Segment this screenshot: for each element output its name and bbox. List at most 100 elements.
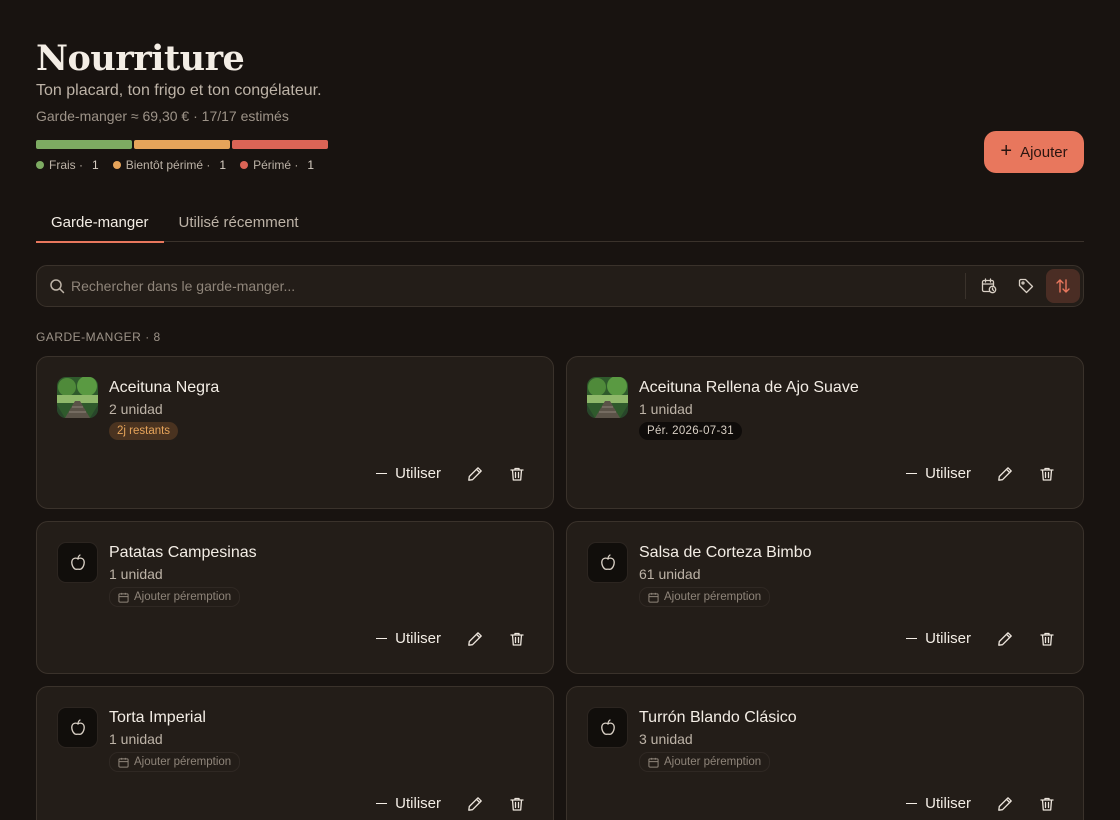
add-expiry-label: Ajouter péremption bbox=[664, 591, 762, 603]
pencil-icon[interactable] bbox=[467, 631, 483, 647]
item-actions: Utiliser bbox=[906, 630, 1055, 647]
use-button-label: Utiliser bbox=[395, 795, 441, 812]
add-button[interactable]: + Ajouter bbox=[984, 131, 1084, 173]
item-name: Patatas Campesinas bbox=[109, 544, 257, 561]
freshness-bar bbox=[36, 140, 328, 149]
minus-icon bbox=[376, 802, 388, 805]
apple-icon bbox=[70, 553, 85, 570]
item-thumbnail bbox=[587, 542, 628, 583]
item-thumbnail bbox=[587, 377, 628, 418]
pencil-icon[interactable] bbox=[467, 466, 483, 482]
item-quantity: 1 unidad bbox=[639, 401, 693, 417]
minus-icon bbox=[906, 802, 918, 805]
apple-icon bbox=[600, 718, 615, 735]
trash-icon[interactable] bbox=[1039, 466, 1055, 482]
freshness-bar-fresh bbox=[36, 140, 132, 149]
item-thumbnail bbox=[587, 707, 628, 748]
expired-dot-icon bbox=[240, 161, 249, 169]
add-expiry-label: Ajouter péremption bbox=[134, 591, 232, 603]
item-name: Aceituna Negra bbox=[109, 379, 220, 396]
freshness-bar-expired bbox=[232, 140, 328, 149]
search-icon bbox=[50, 279, 65, 294]
section-title: GARDE-MANGER bbox=[36, 330, 142, 344]
pantry-summary: Garde-manger ≈ 69,30 € · 17/17 estimés bbox=[36, 108, 289, 124]
use-button[interactable]: Utiliser bbox=[906, 465, 971, 482]
pantry-card[interactable]: Torta Imperial 1 unidad Ajouter pérempti… bbox=[36, 686, 554, 820]
calendar-icon bbox=[648, 592, 659, 603]
pencil-icon[interactable] bbox=[997, 796, 1013, 812]
use-button[interactable]: Utiliser bbox=[376, 465, 441, 482]
pantry-card[interactable]: Turrón Blando Clásico 3 unidad Ajouter p… bbox=[566, 686, 1084, 820]
page-subtitle: Ton placard, ton frigo et ton congélateu… bbox=[36, 82, 322, 99]
use-button[interactable]: Utiliser bbox=[376, 795, 441, 812]
freshness-bar-soon bbox=[134, 140, 230, 149]
add-expiry-button[interactable]: Ajouter péremption bbox=[109, 752, 241, 772]
item-name: Turrón Blando Clásico bbox=[639, 709, 797, 726]
add-expiry-label: Ajouter péremption bbox=[664, 756, 762, 768]
item-name: Aceituna Rellena de Ajo Suave bbox=[639, 379, 859, 396]
use-button-label: Utiliser bbox=[395, 465, 441, 482]
legend-label: Frais · bbox=[49, 158, 83, 172]
tab-garde-manger[interactable]: Garde-manger bbox=[36, 206, 164, 243]
calendar-icon bbox=[118, 592, 129, 603]
pencil-icon[interactable] bbox=[997, 631, 1013, 647]
section-label: GARDE-MANGER · 8 bbox=[36, 330, 161, 344]
trash-icon[interactable] bbox=[509, 796, 525, 812]
item-actions: Utiliser bbox=[376, 630, 525, 647]
item-quantity: 61 unidad bbox=[639, 566, 701, 582]
legend-label: Bientôt périmé · bbox=[125, 158, 211, 172]
item-actions: Utiliser bbox=[376, 465, 525, 482]
calendar-icon bbox=[118, 757, 129, 768]
tabs: Garde-manger Utilisé récemment bbox=[36, 206, 1084, 243]
freshness-legend: Frais · 1 Bientôt périmé · 1 Périmé · 1 bbox=[36, 158, 314, 172]
tab-utilise-recemment[interactable]: Utilisé récemment bbox=[164, 206, 314, 242]
pantry-grid: Aceituna Negra 2 unidad 2j restants Util… bbox=[36, 356, 1084, 820]
item-expiry-badge: 2j restants bbox=[109, 422, 179, 440]
search-divider bbox=[965, 273, 966, 299]
pencil-icon[interactable] bbox=[997, 466, 1013, 482]
search-bar bbox=[36, 265, 1084, 307]
minus-icon bbox=[906, 472, 918, 475]
use-button[interactable]: Utiliser bbox=[376, 630, 441, 647]
legend-soon: Bientôt périmé · 1 bbox=[112, 158, 226, 172]
fresh-dot-icon bbox=[36, 161, 44, 169]
add-button-label: Ajouter bbox=[1020, 143, 1068, 161]
calendar-icon bbox=[648, 757, 659, 768]
item-actions: Utiliser bbox=[906, 465, 1055, 482]
legend-fresh: Frais · 1 bbox=[36, 158, 99, 172]
pantry-card[interactable]: Patatas Campesinas 1 unidad Ajouter pére… bbox=[36, 521, 554, 674]
add-expiry-button[interactable]: Ajouter péremption bbox=[639, 752, 771, 772]
use-button[interactable]: Utiliser bbox=[906, 630, 971, 647]
pantry-card[interactable]: Aceituna Negra 2 unidad 2j restants Util… bbox=[36, 356, 554, 509]
sort-button[interactable] bbox=[1046, 269, 1080, 303]
minus-icon bbox=[376, 637, 388, 640]
add-expiry-button[interactable]: Ajouter péremption bbox=[639, 587, 771, 607]
pantry-card[interactable]: Salsa de Corteza Bimbo 61 unidad Ajouter… bbox=[566, 521, 1084, 674]
use-button[interactable]: Utiliser bbox=[906, 795, 971, 812]
trash-icon[interactable] bbox=[1039, 796, 1055, 812]
item-name: Salsa de Corteza Bimbo bbox=[639, 544, 812, 561]
trash-icon[interactable] bbox=[509, 631, 525, 647]
expiry-filter-button[interactable] bbox=[972, 269, 1006, 303]
product-photo bbox=[57, 377, 98, 418]
tag-icon bbox=[1018, 278, 1034, 294]
trash-icon[interactable] bbox=[509, 466, 525, 482]
product-photo bbox=[587, 377, 628, 418]
search-input[interactable] bbox=[65, 278, 965, 294]
pantry-card[interactable]: Aceituna Rellena de Ajo Suave 1 unidad P… bbox=[566, 356, 1084, 509]
item-quantity: 3 unidad bbox=[639, 731, 693, 747]
section-count: · 8 bbox=[145, 330, 161, 344]
tag-filter-button[interactable] bbox=[1009, 269, 1043, 303]
add-expiry-button[interactable]: Ajouter péremption bbox=[109, 587, 241, 607]
legend-label: Périmé · bbox=[253, 158, 299, 172]
trash-icon[interactable] bbox=[1039, 631, 1055, 647]
use-button-label: Utiliser bbox=[395, 630, 441, 647]
item-quantity: 1 unidad bbox=[109, 566, 163, 582]
calendar-clock-icon bbox=[981, 278, 997, 294]
plus-icon: + bbox=[1000, 140, 1013, 162]
legend-count: 1 bbox=[307, 158, 315, 172]
item-thumbnail bbox=[57, 542, 98, 583]
soon-dot-icon bbox=[112, 161, 121, 169]
pencil-icon[interactable] bbox=[467, 796, 483, 812]
use-button-label: Utiliser bbox=[925, 795, 971, 812]
